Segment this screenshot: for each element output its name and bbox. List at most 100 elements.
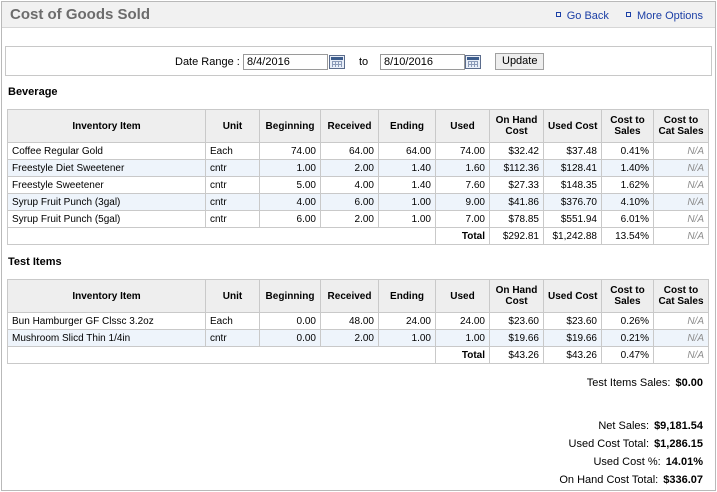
cell-unit: cntr xyxy=(205,176,260,194)
cell-cost-to-sales: 4.10% xyxy=(601,193,654,211)
summary-label: Used Cost Total: xyxy=(568,438,650,450)
cell-item: Mushroom Slicd Thin 1/4in xyxy=(7,329,206,347)
cell-item: Bun Hamburger GF Clssc 3.2oz xyxy=(7,312,206,330)
cell-cost-to-sales: 0.41% xyxy=(601,142,654,160)
from-date-input[interactable] xyxy=(243,54,328,70)
cell-unit: cntr xyxy=(205,193,260,211)
cell-ending: 1.00 xyxy=(378,193,436,211)
cell-unit: Each xyxy=(205,312,260,330)
cell-used: 1.00 xyxy=(435,329,490,347)
cell-on-hand-cost: $112.36 xyxy=(489,159,544,177)
from-calendar-icon[interactable] xyxy=(329,55,345,69)
cell-item: Coffee Regular Gold xyxy=(7,142,206,160)
cell-on-hand-cost: $23.60 xyxy=(489,312,544,330)
cell-beginning: 4.00 xyxy=(259,193,321,211)
col-cost-to-cat-sales: Cost to Cat Sales xyxy=(653,279,709,313)
cell-beginning: 74.00 xyxy=(259,142,321,160)
to-calendar-icon[interactable] xyxy=(465,55,481,69)
col-used-cost: Used Cost xyxy=(543,109,602,143)
cell-unit: cntr xyxy=(205,210,260,228)
top-links: Go Back More Options xyxy=(542,10,703,22)
go-back-link[interactable]: Go Back xyxy=(555,10,609,22)
date-range-panel: Date Range : to Update xyxy=(5,46,712,76)
page-title: Cost of Goods Sold xyxy=(10,6,150,23)
total-label: Total xyxy=(435,346,490,364)
total-used-cost: $43.26 xyxy=(543,346,602,364)
cell-ending: 1.40 xyxy=(378,159,436,177)
cell-received: 48.00 xyxy=(320,312,379,330)
cell-received: 2.00 xyxy=(320,329,379,347)
col-inventory-item: Inventory Item xyxy=(7,109,206,143)
cell-used-cost: $23.60 xyxy=(543,312,602,330)
summary-on-hand-cost-total: On Hand Cost Total: $336.07 xyxy=(559,474,703,486)
beverage-table: Inventory Item Unit Beginning Received E… xyxy=(7,109,709,245)
test-items-table: Inventory Item Unit Beginning Received E… xyxy=(7,279,709,364)
cell-cost-to-sales: 1.62% xyxy=(601,176,654,194)
col-beginning: Beginning xyxy=(259,279,321,313)
summary-value: $9,181.54 xyxy=(654,420,703,432)
cell-beginning: 5.00 xyxy=(259,176,321,194)
date-range-label: Date Range : xyxy=(175,56,240,68)
table-row: Bun Hamburger GF Clssc 3.2oz Each 0.00 48.0… xyxy=(7,312,709,330)
cell-used-cost: $37.48 xyxy=(543,142,602,160)
total-cost-to-cat-sales: N/A xyxy=(653,346,709,364)
col-cost-to-sales: Cost to Sales xyxy=(601,279,654,313)
table-row: Freestyle Diet Sweetener cntr 1.00 2.00 1.40… xyxy=(7,159,709,177)
test-items-sales: Test Items Sales: $0.00 xyxy=(587,377,703,389)
test-items-sales-label: Test Items Sales: xyxy=(586,377,671,389)
cell-cost-to-cat-sales: N/A xyxy=(653,329,709,347)
summary-used-cost-pct: Used Cost %: 14.01% xyxy=(593,456,703,468)
cell-used-cost: $128.41 xyxy=(543,159,602,177)
total-spacer xyxy=(7,346,436,364)
cell-cost-to-cat-sales: N/A xyxy=(653,312,709,330)
cell-ending: 1.00 xyxy=(378,329,436,347)
cell-on-hand-cost: $27.33 xyxy=(489,176,544,194)
section-heading-test-items: Test Items xyxy=(8,256,62,268)
total-on-hand-cost: $43.26 xyxy=(489,346,544,364)
col-used-cost: Used Cost xyxy=(543,279,602,313)
cell-cost-to-cat-sales: N/A xyxy=(653,210,709,228)
cell-used: 1.60 xyxy=(435,159,490,177)
summary-label: Net Sales: xyxy=(598,420,650,432)
bullet-square-icon xyxy=(625,12,631,17)
col-used: Used xyxy=(435,279,490,313)
more-options-label: More Options xyxy=(636,10,703,22)
total-cost-to-cat-sales: N/A xyxy=(653,227,709,245)
cell-beginning: 6.00 xyxy=(259,210,321,228)
cell-cost-to-cat-sales: N/A xyxy=(653,193,709,211)
cell-cost-to-sales: 0.21% xyxy=(601,329,654,347)
cell-received: 64.00 xyxy=(320,142,379,160)
cell-received: 6.00 xyxy=(320,193,379,211)
cell-beginning: 0.00 xyxy=(259,312,321,330)
cell-cost-to-cat-sales: N/A xyxy=(653,142,709,160)
to-date-input[interactable] xyxy=(380,54,465,70)
to-label: to xyxy=(359,56,369,68)
table-row: Syrup Fruit Punch (3gal) cntr 4.00 6.00 1.00… xyxy=(7,193,709,211)
col-unit: Unit xyxy=(205,109,260,143)
update-button[interactable]: Update xyxy=(495,53,545,70)
col-ending: Ending xyxy=(378,109,436,143)
cell-used-cost: $551.94 xyxy=(543,210,602,228)
total-used-cost: $1,242.88 xyxy=(543,227,602,245)
section-heading-beverage: Beverage xyxy=(8,86,58,98)
summary-net-sales: Net Sales: $9,181.54 xyxy=(598,420,703,432)
cell-cost-to-sales: 1.40% xyxy=(601,159,654,177)
cell-used-cost: $19.66 xyxy=(543,329,602,347)
more-options-link[interactable]: More Options xyxy=(625,10,703,22)
cell-on-hand-cost: $78.85 xyxy=(489,210,544,228)
cell-beginning: 1.00 xyxy=(259,159,321,177)
cell-used-cost: $376.70 xyxy=(543,193,602,211)
table-row: Mushroom Slicd Thin 1/4in cntr 0.00 2.00 1.0… xyxy=(7,329,709,347)
bullet-square-icon xyxy=(555,12,561,17)
cell-used: 7.60 xyxy=(435,176,490,194)
cell-cost-to-sales: 6.01% xyxy=(601,210,654,228)
summary-value: $336.07 xyxy=(663,474,703,486)
total-row: Total $43.26 $43.26 0.47% N/A xyxy=(7,346,709,364)
summary-label: Used Cost %: xyxy=(593,456,661,468)
cell-used: 9.00 xyxy=(435,193,490,211)
header-row: Inventory Item Unit Beginning Received E… xyxy=(7,109,709,143)
cell-item: Syrup Fruit Punch (3gal) xyxy=(7,193,206,211)
total-cost-to-sales: 13.54% xyxy=(601,227,654,245)
cell-unit: cntr xyxy=(205,159,260,177)
cell-unit: cntr xyxy=(205,329,260,347)
